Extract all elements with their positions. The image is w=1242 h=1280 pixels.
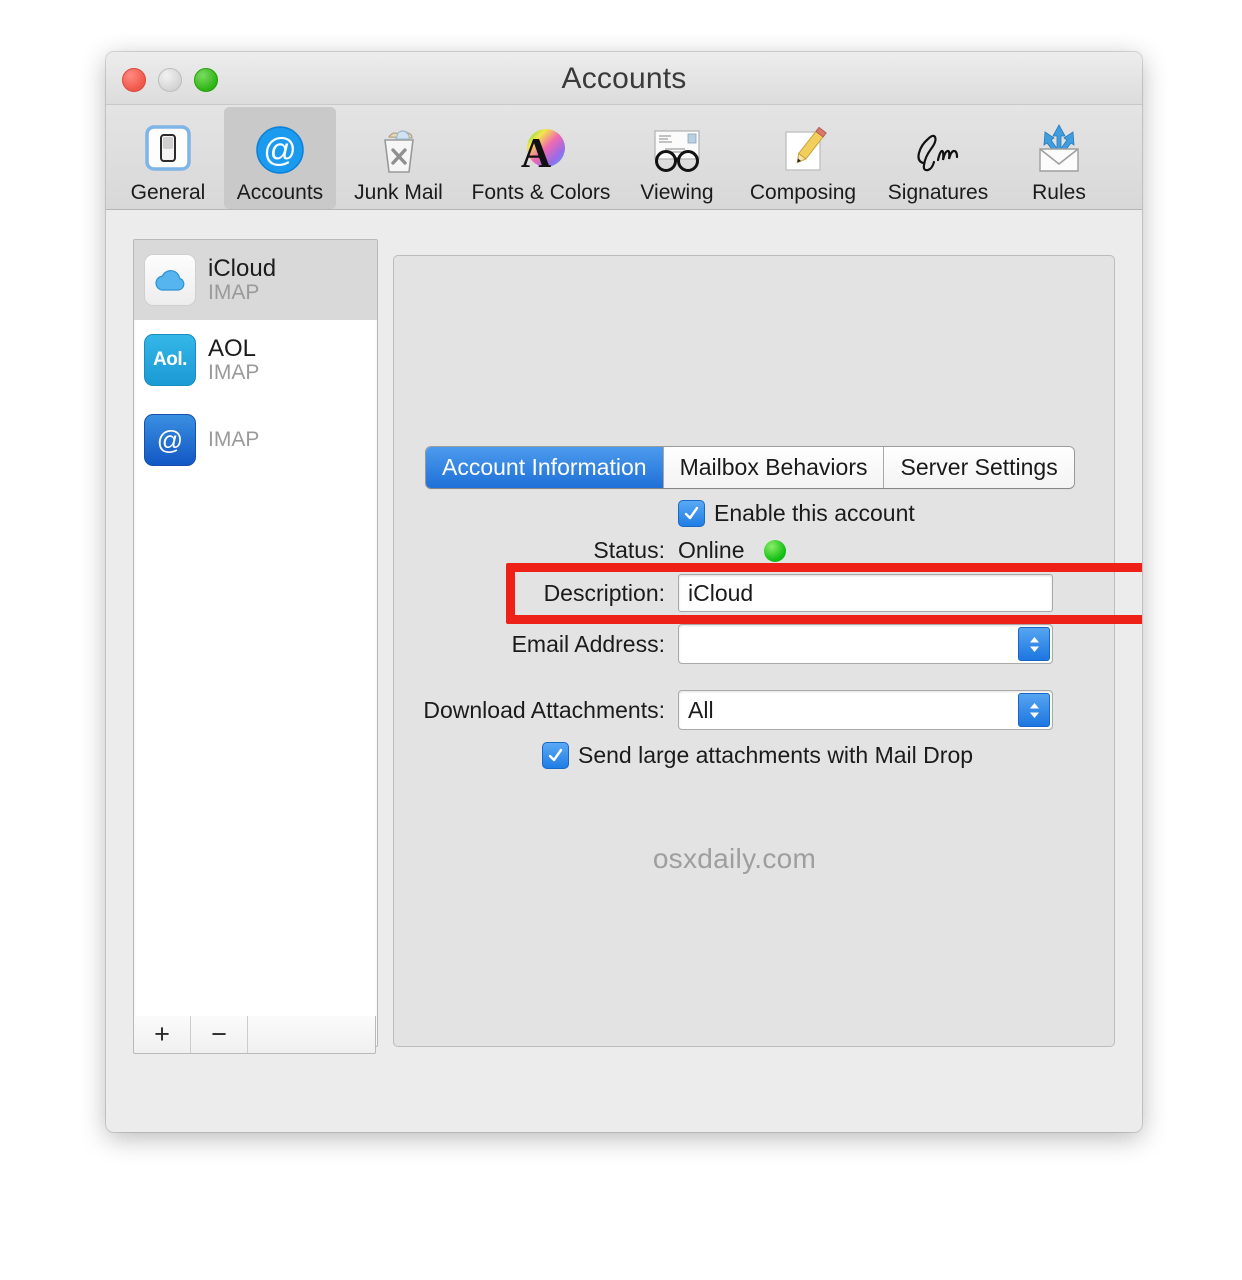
window-title: Accounts	[561, 62, 687, 95]
account-text: IMAP	[208, 429, 259, 451]
tab-mailbox-behaviors[interactable]: Mailbox Behaviors	[663, 447, 885, 488]
email-address-label: Email Address:	[511, 630, 665, 657]
account-protocol: IMAP	[208, 280, 260, 304]
toolbar-item-label: Signatures	[887, 181, 989, 204]
tab-server-settings[interactable]: Server Settings	[884, 447, 1074, 488]
footer-spacer	[248, 1016, 375, 1053]
remove-account-button[interactable]: −	[191, 1016, 248, 1053]
icloud-icon	[144, 254, 196, 306]
toolbar-item-label: Viewing	[640, 181, 714, 204]
download-attachments-value: All	[688, 696, 714, 723]
glasses-icon	[646, 121, 708, 179]
status-label: Status:	[593, 537, 665, 563]
mail-drop-checkbox[interactable]	[542, 742, 569, 769]
toolbar-item-label: Composing	[749, 181, 857, 204]
description-label: Description:	[543, 579, 665, 606]
account-protocol: IMAP	[208, 428, 260, 451]
account-list-item-imap[interactable]: @ IMAP	[134, 400, 377, 480]
email-address-stepper[interactable]	[1018, 627, 1050, 661]
status-indicator	[764, 539, 787, 562]
account-list-item-aol[interactable]: Aol. AOL IMAP	[134, 320, 377, 400]
toolbar-item-junk-mail[interactable]: Junk Mail	[336, 107, 461, 209]
enable-account-checkbox[interactable]	[678, 500, 705, 527]
account-list-item-icloud[interactable]: iCloud IMAP	[134, 240, 377, 320]
accounts-list[interactable]: iCloud IMAP Aol. AOL IMAP @ IMAP	[133, 239, 378, 1047]
at-sign-icon: @	[144, 414, 196, 466]
download-attachments-label: Download Attachments:	[423, 696, 665, 723]
watermark: osxdaily.com	[652, 843, 817, 874]
pencil-icon	[772, 121, 834, 179]
window-titlebar: Accounts	[106, 52, 1142, 105]
email-address-combobox[interactable]	[678, 624, 1053, 664]
toolbar-item-fonts-colors[interactable]: A Fonts & Colors	[461, 107, 621, 209]
toolbar-item-viewing[interactable]: Viewing	[621, 107, 733, 209]
description-input[interactable]: iCloud	[678, 574, 1053, 612]
status-value: Online	[678, 537, 745, 563]
svg-text:@: @	[157, 425, 183, 455]
download-attachments-stepper[interactable]	[1018, 693, 1050, 727]
tab-account-information[interactable]: Account Information	[426, 447, 664, 488]
account-information-form: Enable this account Status: Online Descr…	[393, 500, 1113, 779]
svg-text:@: @	[263, 131, 297, 168]
at-sign-icon: @	[249, 121, 311, 179]
svg-text:A: A	[521, 131, 552, 177]
enable-account-label: Enable this account	[714, 500, 915, 526]
aol-icon: Aol.	[144, 334, 196, 386]
toolbar-item-label: General	[130, 181, 206, 204]
signature-icon	[907, 121, 969, 179]
toolbar-item-signatures[interactable]: Signatures	[873, 107, 1003, 209]
font-color-icon: A	[510, 121, 572, 179]
rules-icon	[1028, 121, 1090, 179]
trash-x-icon	[368, 121, 430, 179]
account-name: AOL	[208, 336, 257, 363]
toolbar-item-general[interactable]: General	[112, 107, 224, 209]
download-attachments-row: Download Attachments: All	[393, 690, 1113, 730]
accounts-list-footer: + −	[133, 1016, 376, 1054]
email-address-row: Email Address:	[393, 624, 1113, 664]
status-row: Status: Online	[393, 537, 1113, 564]
accounts-preferences-window: Accounts General @ Accounts Junk Mail A …	[106, 52, 1142, 1132]
add-account-button[interactable]: +	[134, 1016, 191, 1053]
toolbar-item-accounts[interactable]: @ Accounts	[224, 107, 336, 209]
toolbar-item-label: Accounts	[236, 181, 324, 204]
mail-drop-row: Send large attachments with Mail Drop	[393, 742, 1113, 769]
preferences-toolbar: General @ Accounts Junk Mail A Fonts & C…	[106, 105, 1142, 210]
toolbar-item-label: Junk Mail	[354, 181, 443, 204]
mail-drop-label: Send large attachments with Mail Drop	[578, 742, 974, 768]
download-attachments-dropdown[interactable]: All	[678, 690, 1053, 730]
toolbar-item-composing[interactable]: Composing	[733, 107, 873, 209]
account-text: iCloud IMAP	[208, 256, 276, 304]
switch-icon	[137, 121, 199, 179]
account-protocol: IMAP	[208, 360, 260, 384]
detail-tab-bar: Account Information Mailbox Behaviors Se…	[426, 447, 1074, 488]
description-row: Description: iCloud	[393, 574, 1113, 612]
account-name: iCloud	[208, 256, 277, 283]
toolbar-item-label: Rules	[1032, 181, 1086, 204]
toolbar-item-rules[interactable]: Rules	[1003, 107, 1115, 209]
account-text: AOL IMAP	[208, 336, 259, 384]
preferences-content: iCloud IMAP Aol. AOL IMAP @ IMAP + − Acc…	[106, 210, 1142, 1084]
enable-account-row: Enable this account	[393, 500, 1113, 527]
toolbar-item-label: Fonts & Colors	[471, 181, 611, 204]
